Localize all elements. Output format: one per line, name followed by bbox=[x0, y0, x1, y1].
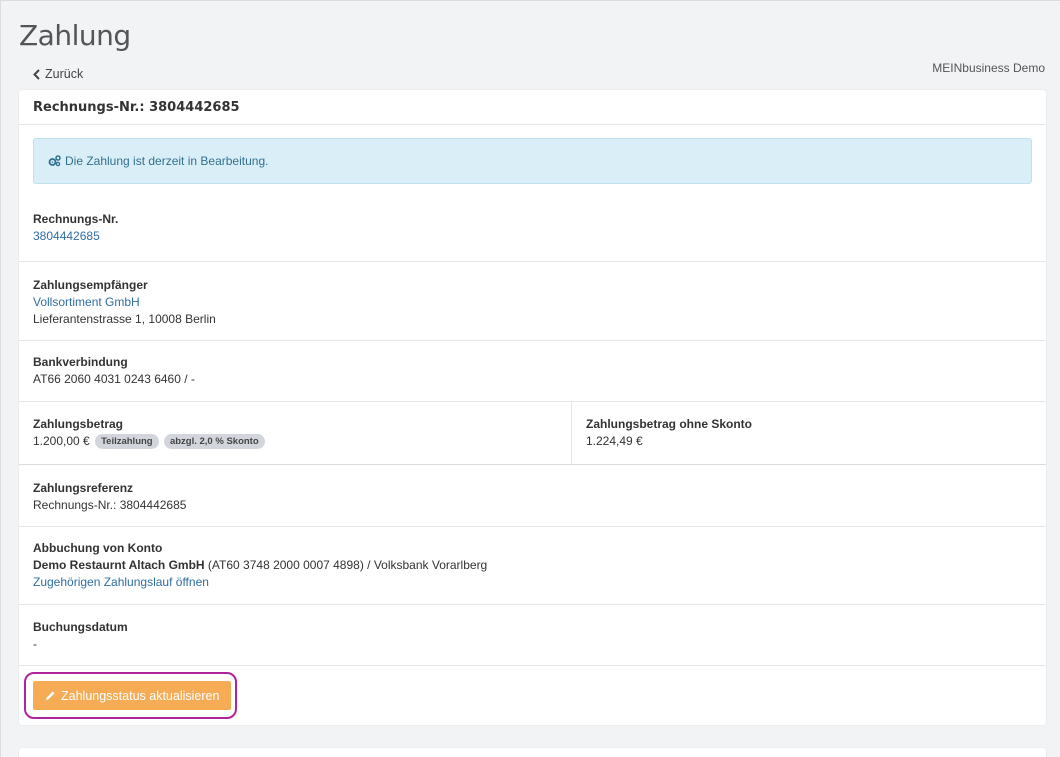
debit-section: Abbuchung von Konto Demo Restaurnt Altac… bbox=[19, 527, 1046, 605]
payee-label: Zahlungsempfänger bbox=[33, 278, 148, 292]
amount-no-discount-label: Zahlungsbetrag ohne Skonto bbox=[586, 417, 753, 431]
payee-link[interactable]: Vollsortiment GmbH bbox=[33, 295, 140, 309]
status-alert: Die Zahlung ist derzeit in Bearbeitung. bbox=[33, 138, 1032, 184]
back-label: Zurück bbox=[45, 67, 84, 81]
gears-icon bbox=[48, 155, 61, 167]
invoice-section: Rechnungs-Nr. 3804442685 bbox=[19, 184, 1046, 262]
update-status-button[interactable]: Zahlungsstatus aktualisieren bbox=[33, 681, 232, 710]
reference-label: Zahlungsreferenz bbox=[33, 481, 134, 495]
reference-value: Rechnungs-Nr.: 3804442685 bbox=[33, 498, 187, 512]
amount-label: Zahlungsbetrag bbox=[33, 417, 124, 431]
bank-value: AT66 2060 4031 0243 6460 / - bbox=[33, 372, 195, 386]
booking-date-section: Buchungsdatum - bbox=[19, 605, 1046, 666]
debit-account-detail: (AT60 3748 2000 0007 4898) / Volksbank V… bbox=[204, 558, 488, 572]
amount-no-discount-value: 1.224,49 € bbox=[586, 434, 643, 448]
amount-value: 1.200,00 € bbox=[33, 434, 90, 448]
amount-cell: Zahlungsbetrag 1.200,00 € Teilzahlung ab… bbox=[19, 402, 572, 464]
card-title: Rechnungs-Nr.: 3804442685 bbox=[19, 90, 1046, 125]
alert-text: Die Zahlung ist derzeit in Bearbeitung. bbox=[65, 154, 269, 168]
tenant-name: MEINbusiness Demo bbox=[932, 61, 1045, 75]
payee-address: Lieferantenstrasse 1, 10008 Berlin bbox=[33, 312, 216, 326]
bank-label: Bankverbindung bbox=[33, 355, 128, 369]
reference-section: Zahlungsreferenz Rechnungs-Nr.: 38044426… bbox=[19, 465, 1046, 527]
booking-date-value: - bbox=[33, 637, 37, 651]
card-footer: Zahlungsstatus aktualisieren bbox=[19, 666, 1046, 723]
discount-badge: abzgl. 2,0 % Skonto bbox=[163, 434, 265, 449]
amount-no-discount-cell: Zahlungsbetrag ohne Skonto 1.224,49 € bbox=[572, 402, 766, 464]
page-title: Zahlung bbox=[19, 19, 131, 52]
debit-label: Abbuchung von Konto bbox=[33, 541, 163, 555]
invoice-label: Rechnungs-Nr. bbox=[33, 212, 119, 226]
payment-card: Rechnungs-Nr.: 3804442685 Die Zahlung is… bbox=[19, 90, 1046, 725]
chevron-left-icon bbox=[33, 68, 40, 80]
payment-run-link[interactable]: Zugehörigen Zahlungslauf öffnen bbox=[33, 575, 209, 589]
debit-account-name: Demo Restaurnt Altach GmbH bbox=[33, 558, 205, 572]
booking-date-label: Buchungsdatum bbox=[33, 620, 128, 634]
pencil-icon bbox=[46, 691, 55, 700]
amount-section: Zahlungsbetrag 1.200,00 € Teilzahlung ab… bbox=[19, 402, 1046, 465]
next-card bbox=[19, 748, 1046, 757]
back-link[interactable]: Zurück bbox=[32, 67, 83, 81]
update-status-label: Zahlungsstatus aktualisieren bbox=[61, 688, 220, 703]
partial-payment-badge: Teilzahlung bbox=[95, 434, 159, 449]
bank-section: Bankverbindung AT66 2060 4031 0243 6460 … bbox=[19, 341, 1046, 402]
invoice-link[interactable]: 3804442685 bbox=[33, 229, 100, 243]
payee-section: Zahlungsempfänger Vollsortiment GmbH Lie… bbox=[19, 262, 1046, 341]
